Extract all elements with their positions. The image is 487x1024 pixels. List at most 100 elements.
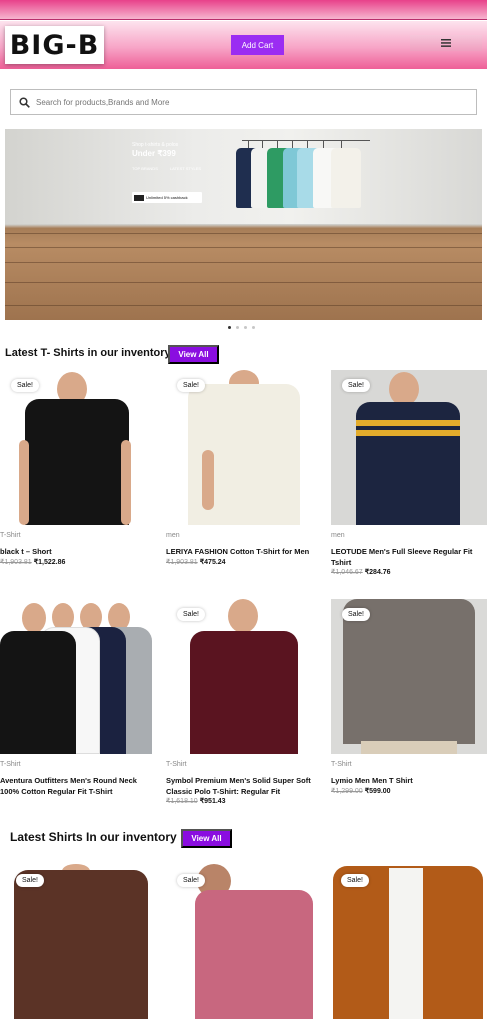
model-arm xyxy=(202,450,214,510)
product-card[interactable]: Sale! xyxy=(10,864,166,1019)
product-price: ₹1,618.10 ₹951.43 xyxy=(166,797,226,805)
product-image[interactable] xyxy=(331,370,487,525)
hero-banner[interactable]: Shop t-shirts & polos Under ₹399 TOP BRA… xyxy=(5,129,482,320)
product-image[interactable] xyxy=(331,864,487,1019)
product-category[interactable]: T-Shirt xyxy=(166,761,187,768)
logo[interactable]: BIG-B xyxy=(5,26,104,64)
product-image[interactable] xyxy=(0,599,156,754)
product-card[interactable]: Sale! T-Shirt Symbol Premium Men's Solid… xyxy=(166,599,322,809)
product-card[interactable]: T-Shirt Aventura Outfitters Men's Round … xyxy=(0,599,156,799)
product-category[interactable]: men xyxy=(166,532,180,539)
carousel-dot-3[interactable] xyxy=(244,326,247,329)
model-tshirt xyxy=(25,399,129,525)
old-price: ₹1,299.00 xyxy=(331,788,363,795)
banner-cashback-badge: Unlimited 5% cashback xyxy=(132,192,202,203)
product-card[interactable]: Sale! xyxy=(171,864,327,1019)
banner-floor-line xyxy=(5,282,482,283)
product-price: ₹1,299.00 ₹599.00 xyxy=(331,787,391,795)
carousel-dot-2[interactable] xyxy=(236,326,239,329)
banner-floor-line xyxy=(5,262,482,263)
product-name[interactable]: Lymio Men Men T Shirt xyxy=(331,775,487,786)
product-image[interactable] xyxy=(166,370,322,525)
product-category[interactable]: T-Shirt xyxy=(0,532,21,539)
search-bar xyxy=(10,89,477,115)
old-price: ₹1,618.10 xyxy=(166,798,198,805)
banner-cashback-text: Unlimited 5% cashback xyxy=(146,195,188,200)
hanger xyxy=(262,140,263,148)
model-head xyxy=(22,603,46,633)
search-icon[interactable] xyxy=(19,96,30,108)
hanger xyxy=(323,140,324,148)
banner-floor-line xyxy=(5,305,482,306)
sale-price: ₹599.00 xyxy=(364,788,391,795)
model-arm xyxy=(19,440,29,525)
model-shirt xyxy=(195,890,313,1019)
tshirt-stripe xyxy=(356,420,460,426)
model-head xyxy=(228,599,258,633)
product-image[interactable] xyxy=(166,599,322,754)
model-arm xyxy=(121,440,131,525)
product-category[interactable]: men xyxy=(331,532,345,539)
sale-badge: Sale! xyxy=(342,379,370,392)
product-price: ₹1,903.81 ₹1,522.86 xyxy=(0,558,65,566)
model-trousers xyxy=(361,741,457,754)
card-icon xyxy=(134,194,144,201)
view-all-shirts-button[interactable]: View All xyxy=(181,829,232,848)
banner-shirt xyxy=(331,148,361,208)
old-price: ₹1,903.81 xyxy=(166,559,198,566)
search-input[interactable] xyxy=(36,97,436,107)
model-shirt xyxy=(14,870,148,1019)
product-name[interactable]: Aventura Outfitters Men's Round Neck 100… xyxy=(0,775,156,797)
product-name[interactable]: LERIYA FASHION Cotton T-Shirt for Men xyxy=(166,546,322,557)
sale-badge: Sale! xyxy=(177,379,205,392)
product-category[interactable]: T-Shirt xyxy=(0,761,21,768)
carousel-dot-1[interactable] xyxy=(228,326,231,329)
model-inner-tee xyxy=(389,868,423,1019)
sale-badge: Sale! xyxy=(16,874,44,887)
banner-promo: Shop t-shirts & polos Under ₹399 TOP BRA… xyxy=(132,142,201,172)
carousel-dots xyxy=(228,326,255,329)
model-polo-shirt xyxy=(190,631,298,754)
product-image[interactable] xyxy=(0,370,156,525)
product-name[interactable]: Symbol Premium Men's Solid Super Soft Cl… xyxy=(166,775,322,797)
sale-badge: Sale! xyxy=(341,874,369,887)
model-tshirt xyxy=(0,631,76,754)
product-card[interactable]: Sale! men LERIYA FASHION Cotton T-Shirt … xyxy=(166,370,322,570)
sale-badge: Sale! xyxy=(342,608,370,621)
product-image[interactable] xyxy=(331,599,487,754)
product-category[interactable]: T-Shirt xyxy=(331,761,352,768)
product-card[interactable]: Sale! xyxy=(331,864,487,1019)
top-strip xyxy=(0,0,487,20)
sale-price: ₹1,522.86 xyxy=(33,559,66,566)
product-card[interactable]: Sale! T-Shirt black t – Short ₹1,903.81 ₹… xyxy=(0,370,156,570)
sale-badge: Sale! xyxy=(177,608,205,621)
hanger xyxy=(248,140,249,148)
hanger xyxy=(307,140,308,148)
sale-price: ₹475.24 xyxy=(199,559,226,566)
header: BIG-B Add Cart xyxy=(0,21,487,69)
banner-tag-right: LATEST STYLES xyxy=(169,166,202,171)
product-image[interactable] xyxy=(171,864,316,1019)
carousel-dot-4[interactable] xyxy=(252,326,255,329)
view-all-tshirts-button[interactable]: View All xyxy=(168,345,219,364)
sale-price: ₹284.76 xyxy=(364,569,391,576)
banner-floor-line xyxy=(5,233,482,234)
product-card[interactable]: Sale! T-Shirt Lymio Men Men T Shirt ₹1,2… xyxy=(331,599,487,799)
product-name[interactable]: black t – Short xyxy=(0,546,156,557)
product-image[interactable] xyxy=(10,864,150,1019)
hanger xyxy=(292,140,293,148)
old-price: ₹1,046.67 xyxy=(331,569,363,576)
product-price: ₹1,903.81 ₹475.24 xyxy=(166,558,226,566)
banner-tag-left: TOP BRANDS xyxy=(132,166,158,171)
hanger xyxy=(341,140,342,148)
product-card[interactable]: Sale! men LEOTUDE Men's Full Sleeve Regu… xyxy=(331,370,487,580)
menu-button[interactable] xyxy=(410,35,482,51)
product-name[interactable]: LEOTUDE Men's Full Sleeve Regular Fit Ts… xyxy=(331,546,487,568)
model-head xyxy=(389,372,419,406)
add-cart-button[interactable]: Add Cart xyxy=(231,35,284,55)
hamburger-icon xyxy=(441,39,451,47)
banner-promo-line: Shop t-shirts & polos xyxy=(132,142,179,148)
sale-badge: Sale! xyxy=(177,874,205,887)
sale-price: ₹951.43 xyxy=(199,798,226,805)
banner-promo-head: Under ₹399 xyxy=(132,149,176,158)
